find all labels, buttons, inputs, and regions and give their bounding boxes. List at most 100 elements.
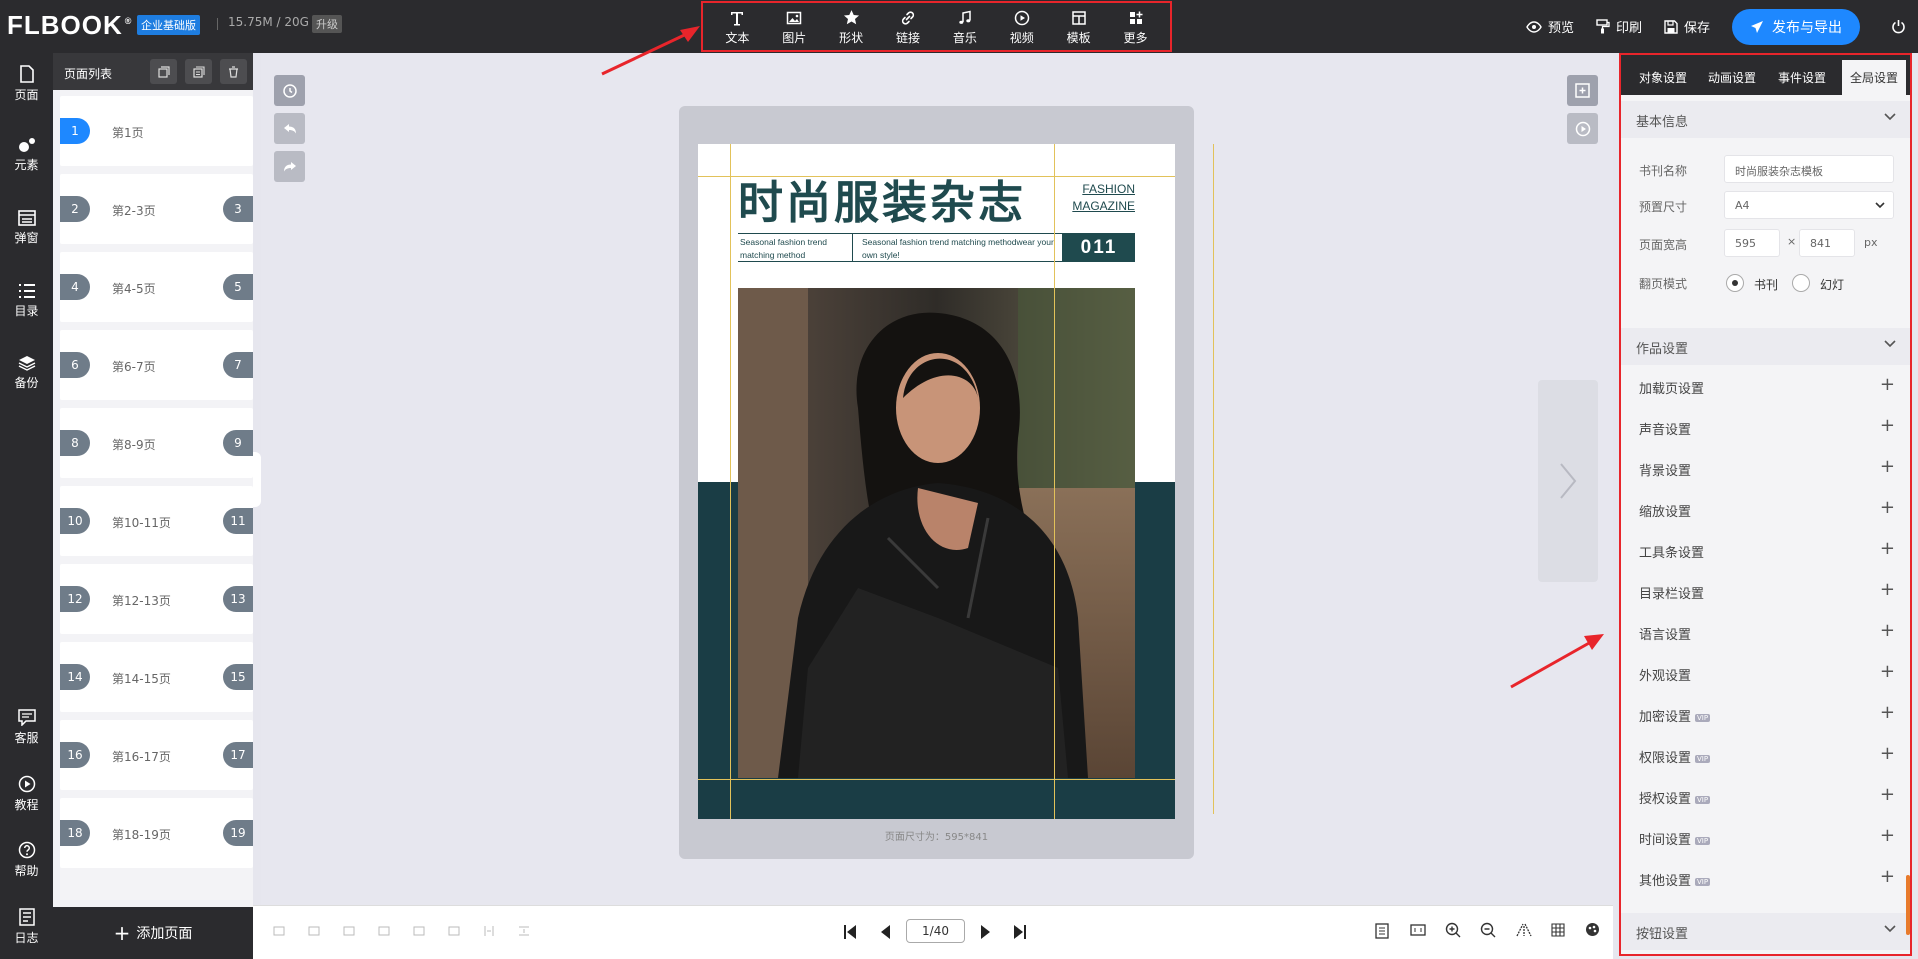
add-page-icon [1575,83,1590,98]
tool-image[interactable]: 图片 [768,8,820,46]
setting-row-appearance[interactable]: 外观设置 + [1621,655,1910,695]
tab-animation-settings[interactable]: 动画设置 [1708,69,1756,86]
setting-row-toolbar[interactable]: 工具条设置 + [1621,532,1910,572]
nav-service[interactable]: 客服 [0,709,53,746]
page-item[interactable]: 18 第18-19页 19 [60,798,253,868]
last-page-icon[interactable] [1013,924,1027,940]
setting-row-language[interactable]: 语言设置 + [1621,614,1910,654]
nav-tutorial[interactable]: 教程 [0,775,53,813]
setting-row-other[interactable]: 其他设置 VIP + [1621,860,1910,900]
redo-icon [283,161,296,171]
setting-row-loading[interactable]: 加载页设置 + [1621,368,1910,408]
tool-text[interactable]: 文本 [711,8,763,46]
section-button-settings[interactable]: 按钮设置 [1621,913,1910,950]
nav-page[interactable]: 页面 [0,65,53,103]
tool-shape[interactable]: 形状 [825,8,877,46]
page-item[interactable]: 1 第1页 [60,96,253,166]
print-button[interactable]: 印刷 [1596,17,1642,36]
magazine-title[interactable]: 时尚服装杂志 [738,178,1026,228]
nav-popup[interactable]: 弹窗 [0,210,53,246]
page-item[interactable]: 8 第8-9页 9 [60,408,253,478]
setting-row-authorization[interactable]: 授权设置 VIP + [1621,778,1910,818]
setting-row-permission[interactable]: 权限设置 VIP + [1621,737,1910,777]
book-name-input[interactable]: 时尚服装杂志模板 [1724,155,1894,183]
redo-button[interactable] [274,151,305,182]
tagline-right[interactable]: Seasonal fashion trend matching methodwe… [854,234,1063,261]
align-right-icon[interactable] [378,925,390,937]
nav-list[interactable]: 目录 [0,283,53,319]
nav-log[interactable]: 日志 [0,908,53,946]
page-item[interactable]: 12 第12-13页 13 [60,564,253,634]
page-item[interactable]: 10 第10-11页 11 [60,486,253,556]
prev-page-icon[interactable] [879,924,891,940]
grid-icon[interactable] [1551,923,1565,937]
palette-icon[interactable] [1585,922,1600,937]
tab-event-settings[interactable]: 事件设置 [1778,69,1826,86]
nav-elements[interactable]: 元素 [0,137,53,173]
setting-row-zoom[interactable]: 缩放设置 + [1621,491,1910,531]
page-item[interactable]: 2 第2-3页 3 [60,174,253,244]
cover-photo[interactable] [738,288,1135,778]
setting-row-background[interactable]: 背景设置 + [1621,450,1910,490]
align-hcenter-icon[interactable] [343,925,355,937]
next-page-icon[interactable] [980,924,992,940]
undo-button[interactable] [274,113,305,144]
width-input[interactable]: 595 [1724,229,1780,257]
tab-global-settings[interactable]: 全局设置 [1842,60,1907,95]
page-item[interactable]: 16 第16-17页 17 [60,720,253,790]
align-bottom-icon[interactable] [413,925,425,937]
flip-slide-radio[interactable] [1792,274,1810,292]
preset-size-select[interactable]: A4 [1724,191,1894,219]
publish-button[interactable]: 发布与导出 [1732,8,1860,45]
setting-row-time[interactable]: 时间设置 VIP + [1621,819,1910,859]
page-item[interactable]: 14 第14-15页 15 [60,642,253,712]
distribute-v-icon[interactable] [518,925,530,937]
upgrade-button[interactable]: 升级 [312,15,342,33]
section-work-settings[interactable]: 作品设置 [1621,328,1910,365]
delete-page-button[interactable] [220,59,247,84]
page-item[interactable]: 6 第6-7页 7 [60,330,253,400]
zoom-out-icon[interactable] [1480,922,1496,938]
collapse-panel-handle[interactable] [253,452,261,507]
guide-lines-icon[interactable] [1516,923,1532,937]
power-button[interactable] [1878,0,1918,53]
setting-row-sound[interactable]: 声音设置 + [1621,409,1910,449]
nav-help[interactable]: 帮助 [0,841,53,879]
preview-button[interactable]: 预览 [1526,17,1574,36]
tab-object-settings[interactable]: 对象设置 [1639,69,1687,86]
first-page-icon[interactable] [843,924,857,940]
tool-more[interactable]: 更多 [1110,8,1162,46]
align-left-icon[interactable] [273,925,285,937]
magazine-page[interactable]: 时尚服装杂志 FASHION MAGAZINE Seasonal fashion … [698,144,1175,819]
setting-row-encryption[interactable]: 加密设置 VIP + [1621,696,1910,736]
distribute-h-icon[interactable] [483,925,495,937]
zoom-in-icon[interactable] [1445,922,1461,938]
document-icon[interactable] [1375,923,1389,939]
issue-number[interactable]: 011 [1063,234,1135,261]
nav-backup[interactable]: 备份 [0,355,53,391]
save-button[interactable]: 保存 [1664,17,1710,36]
add-page-button[interactable]: + 添加页面 [53,907,253,959]
tool-link[interactable]: 链接 [882,8,934,46]
play-preview-button[interactable] [1567,113,1598,144]
reset-view-button[interactable] [274,75,305,106]
page-input[interactable]: 1/40 [906,919,965,943]
next-page-button[interactable] [1538,380,1598,582]
tool-music[interactable]: 音乐 [939,8,991,46]
page-item[interactable]: 4 第4-5页 5 [60,252,253,322]
add-layer-button[interactable] [1567,75,1598,106]
tool-video[interactable]: 视频 [996,8,1048,46]
flip-book-radio[interactable] [1726,274,1744,292]
tool-template[interactable]: 模板 [1053,8,1105,46]
setting-row-toc[interactable]: 目录栏设置 + [1621,573,1910,613]
fit-icon[interactable] [1410,923,1426,937]
magazine-subtitle[interactable]: FASHION MAGAZINE [1072,181,1135,215]
section-basic-info[interactable]: 基本信息 [1621,101,1910,138]
copy-page-button[interactable] [150,59,177,84]
scrollbar[interactable] [1906,875,1910,935]
align-top-icon[interactable] [308,925,320,937]
height-input[interactable]: 841 [1799,229,1855,257]
align-vcenter-icon[interactable] [448,925,460,937]
tagline-left[interactable]: Seasonal fashion trend matching method [738,234,853,261]
duplicate-page-button[interactable] [185,59,212,84]
